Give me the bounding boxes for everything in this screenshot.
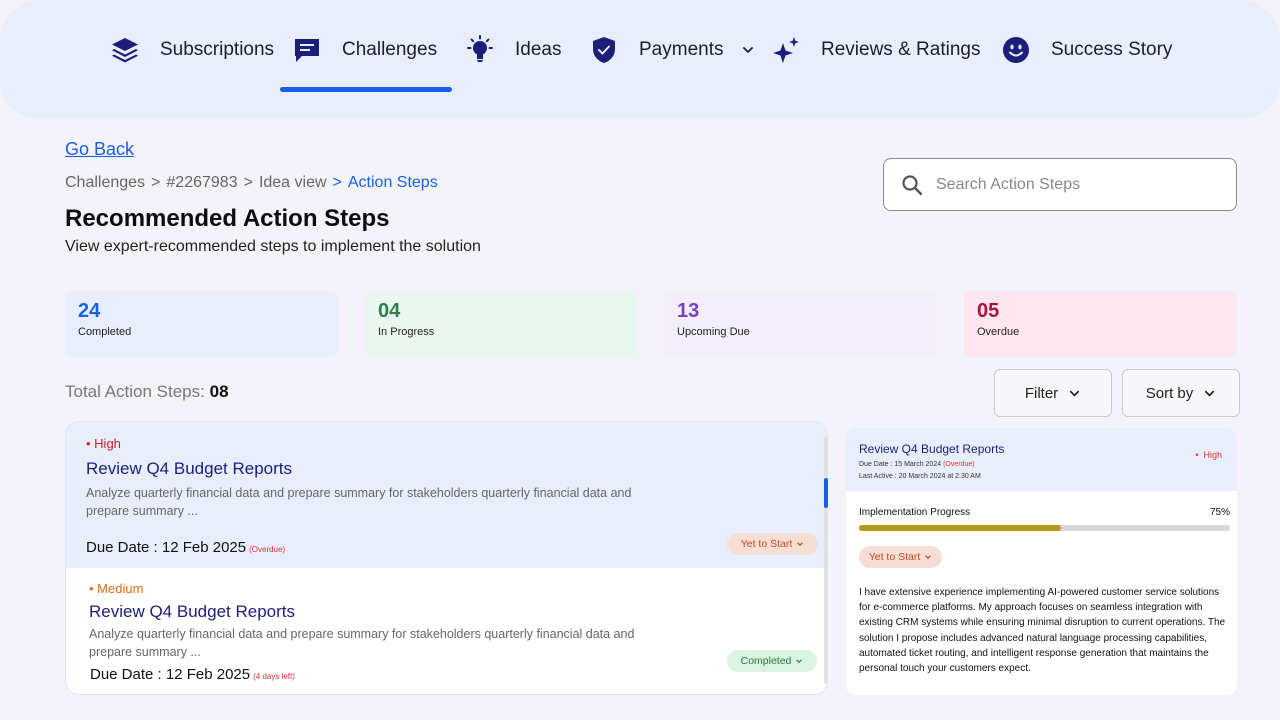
detail-last-active: Last Active : 20 March 2024 at 2:30 AM xyxy=(859,473,981,480)
sort-by-button[interactable]: Sort by xyxy=(1122,369,1240,417)
priority-label: • High xyxy=(86,436,121,451)
list-scrollbar[interactable] xyxy=(824,437,828,684)
detail-due-date: Due Date : 15 March 2024 (Overdue) xyxy=(859,461,975,468)
breadcrumb-separator: > xyxy=(332,174,342,191)
search-input[interactable] xyxy=(936,175,1216,194)
chevron-down-icon xyxy=(925,555,932,559)
chevron-down-icon xyxy=(796,659,803,663)
smiley-icon xyxy=(1003,37,1029,63)
detail-header: Review Q4 Budget Reports Due Date : 15 M… xyxy=(846,428,1237,491)
list-scrollbar-thumb[interactable] xyxy=(824,478,828,508)
progress-bar xyxy=(859,525,1230,531)
breadcrumb-challenge-id[interactable]: #2267983 xyxy=(166,174,237,192)
nav-label: Reviews & Ratings xyxy=(821,39,981,60)
stat-value: 13 xyxy=(677,300,700,322)
nav-label: Subscriptions xyxy=(160,39,275,60)
stat-value: 24 xyxy=(78,300,101,322)
chat-icon xyxy=(295,39,319,62)
total-label: Total Action Steps: xyxy=(65,382,205,401)
nav-item-challenges[interactable]: Challenges xyxy=(292,32,437,68)
lightbulb-icon xyxy=(467,35,493,62)
stat-label: Upcoming Due xyxy=(677,326,750,338)
step-due-date: Due Date : 12 Feb 2025 (Overdue) xyxy=(86,539,286,556)
progress-bar-fill xyxy=(859,525,1062,531)
sort-label: Sort by xyxy=(1145,384,1194,402)
breadcrumb-separator: > xyxy=(243,174,253,191)
page-title: Recommended Action Steps xyxy=(65,205,390,232)
breadcrumb: Challenges > #2267983 > Idea view > Acti… xyxy=(65,174,438,192)
total-action-steps: Total Action Steps: 08 xyxy=(65,382,229,402)
stat-label: In Progress xyxy=(378,326,435,338)
stat-card-in-progress: 04 In Progress xyxy=(365,291,638,357)
app-frame: Subscriptions Challenges Ideas Payments … xyxy=(0,0,1280,720)
action-step-card[interactable]: • High Review Q4 Budget Reports Analyze … xyxy=(66,422,827,568)
stat-value: 05 xyxy=(977,300,1000,322)
filter-label: Filter xyxy=(1024,384,1059,402)
chevron-down-icon xyxy=(1070,390,1080,396)
top-navbar: Subscriptions Challenges Ideas Payments … xyxy=(0,0,1280,118)
stat-label: Overdue xyxy=(977,326,1020,338)
total-value: 08 xyxy=(209,382,229,401)
detail-status-dropdown[interactable]: Yet to Start xyxy=(859,546,942,568)
priority-label: • Medium xyxy=(89,581,144,596)
breadcrumb-challenges[interactable]: Challenges xyxy=(65,174,145,192)
stat-card-completed: 24 Completed xyxy=(65,291,338,357)
breadcrumb-separator: > xyxy=(151,174,161,191)
layers-icon xyxy=(112,38,138,63)
shield-check-icon xyxy=(593,37,615,63)
action-step-detail-panel: Review Q4 Budget Reports Due Date : 15 M… xyxy=(846,428,1237,695)
chevron-down-icon xyxy=(797,542,804,546)
nav-item-payments[interactable]: Payments xyxy=(589,32,755,68)
nav-item-reviews[interactable]: Reviews & Ratings xyxy=(771,32,980,68)
stat-value: 04 xyxy=(378,300,401,322)
stat-label: Completed xyxy=(78,326,132,338)
filter-button[interactable]: Filter xyxy=(994,369,1112,417)
page-subtitle: View expert-recommended steps to impleme… xyxy=(65,238,481,255)
detail-priority: • High xyxy=(1195,450,1222,460)
progress-label: Implementation Progress xyxy=(859,507,971,518)
action-step-card[interactable]: • Medium Review Q4 Budget Reports Analyz… xyxy=(66,568,827,694)
chevron-down-icon xyxy=(743,47,754,53)
chevron-down-icon xyxy=(1205,390,1215,396)
stat-card-overdue: 05 Overdue xyxy=(964,291,1237,357)
go-back-link[interactable]: Go Back xyxy=(65,139,134,160)
nav-item-ideas[interactable]: Ideas xyxy=(465,32,561,68)
progress-percent: 75% xyxy=(1209,507,1230,518)
breadcrumb-idea-view[interactable]: Idea view xyxy=(259,174,327,192)
nav-item-success-story[interactable]: Success Story xyxy=(1001,32,1172,68)
nav-label: Payments xyxy=(639,39,724,60)
nav-label: Success Story xyxy=(1051,39,1173,60)
step-due-date: Due Date : 12 Feb 2025 (4 days left) xyxy=(90,666,295,683)
detail-description: I have extensive experience implementing… xyxy=(859,587,1226,675)
step-title: Review Q4 Budget Reports xyxy=(86,459,292,478)
nav-item-subscriptions[interactable]: Subscriptions xyxy=(110,32,274,68)
step-description: Analyze quarterly financial data and pre… xyxy=(86,486,632,518)
status-dropdown[interactable]: Completed xyxy=(727,650,817,672)
action-steps-list: • High Review Q4 Budget Reports Analyze … xyxy=(65,421,828,695)
breadcrumb-current: Action Steps xyxy=(347,174,438,191)
sparkle-icon xyxy=(773,37,799,63)
nav-label: Ideas xyxy=(515,39,562,60)
step-title: Review Q4 Budget Reports xyxy=(89,602,295,621)
status-dropdown[interactable]: Yet to Start xyxy=(727,533,818,555)
search-box xyxy=(883,158,1237,211)
active-tab-indicator xyxy=(280,87,452,92)
step-description: Analyze quarterly financial data and pre… xyxy=(89,627,635,659)
detail-title: Review Q4 Budget Reports xyxy=(859,442,1005,456)
nav-label: Challenges xyxy=(342,39,438,60)
stat-card-upcoming-due: 13 Upcoming Due xyxy=(664,291,937,357)
search-icon xyxy=(902,174,923,195)
